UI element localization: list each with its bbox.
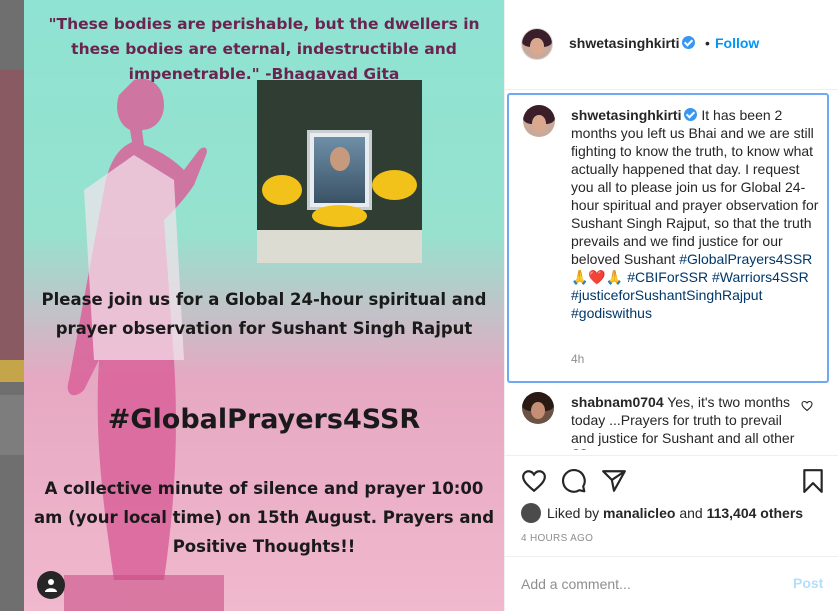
background-overlay (0, 0, 24, 611)
verified-icon (684, 108, 698, 121)
caption-emoji: 🙏❤️🙏 (571, 269, 624, 285)
tag-people-button[interactable] (37, 571, 65, 599)
separator-dot: • (705, 35, 710, 51)
comment-item: shabnam0704 Yes, it's two months today .… (505, 388, 838, 450)
comment-emoji: ❤️ (571, 448, 588, 450)
caption-text: shwetasinghkirti It has been 2 months yo… (571, 106, 819, 322)
memorial-photo (257, 80, 422, 263)
tag-people-icon (45, 579, 57, 592)
background-strip (0, 360, 24, 382)
post-actions: Liked by manalicleo and 113,404 others 4… (505, 455, 838, 611)
post-header: shwetasinghkirti • Follow (505, 0, 838, 90)
hashtag-link[interactable]: #GlobalPrayers4SSR (679, 251, 812, 267)
commenter-username[interactable]: shabnam0704 (571, 394, 664, 410)
likes-count[interactable]: 113,404 others (707, 505, 804, 521)
comment-icon[interactable] (561, 468, 587, 494)
verified-icon (682, 36, 696, 49)
memorial-table (257, 230, 422, 263)
heart-small-icon[interactable] (801, 400, 813, 412)
caption: shwetasinghkirti It has been 2 months yo… (507, 93, 829, 383)
likes-summary: Liked by manalicleo and 113,404 others (521, 503, 803, 523)
like-icon[interactable] (521, 468, 547, 494)
caption-username[interactable]: shwetasinghkirti (571, 107, 681, 123)
author-avatar[interactable] (521, 28, 553, 60)
comment-text: shabnam0704 Yes, it's two months today .… (571, 393, 801, 450)
hashtag-link[interactable]: #CBIForSSR (627, 269, 708, 285)
liker-username[interactable]: manalicleo (603, 505, 675, 521)
comment-input[interactable] (521, 574, 761, 594)
hashtag-link[interactable]: #justiceforSushantSinghRajput (571, 287, 762, 303)
hashtag-link[interactable]: #Warriors4SSR (712, 269, 809, 285)
background-strip (0, 395, 24, 455)
hashtag-link[interactable]: #godiswithus (571, 305, 652, 321)
post-comment-button[interactable]: Post (793, 575, 823, 591)
caption-timestamp[interactable]: 4h (571, 352, 584, 366)
commenter-avatar[interactable] (522, 392, 554, 424)
image-details-text: A collective minute of silence and praye… (34, 479, 495, 556)
caption-body: It has been 2 months you left us Bhai an… (571, 107, 819, 267)
post-timestamp[interactable]: 4 HOURS AGO (521, 533, 593, 544)
add-comment-bar: Post (505, 556, 838, 611)
follow-button[interactable]: Follow (715, 35, 759, 51)
image-invite-text: Please join us for a Global 24-hour spir… (41, 290, 487, 338)
author-username[interactable]: shwetasinghkirti (569, 35, 696, 51)
portrait-frame (307, 130, 372, 210)
share-icon[interactable] (601, 468, 627, 494)
image-hashtag-text: #GlobalPrayers4SSR (107, 404, 421, 435)
post-image[interactable]: "These bodies are perishable, but the dw… (24, 0, 504, 611)
background-strip (0, 70, 24, 360)
save-icon[interactable] (800, 468, 826, 494)
post-details-panel: shwetasinghkirti • Follow shwetasinghkir… (504, 0, 838, 611)
portrait (314, 137, 365, 203)
caption-avatar[interactable] (523, 105, 555, 137)
liker-avatar[interactable] (521, 503, 541, 523)
